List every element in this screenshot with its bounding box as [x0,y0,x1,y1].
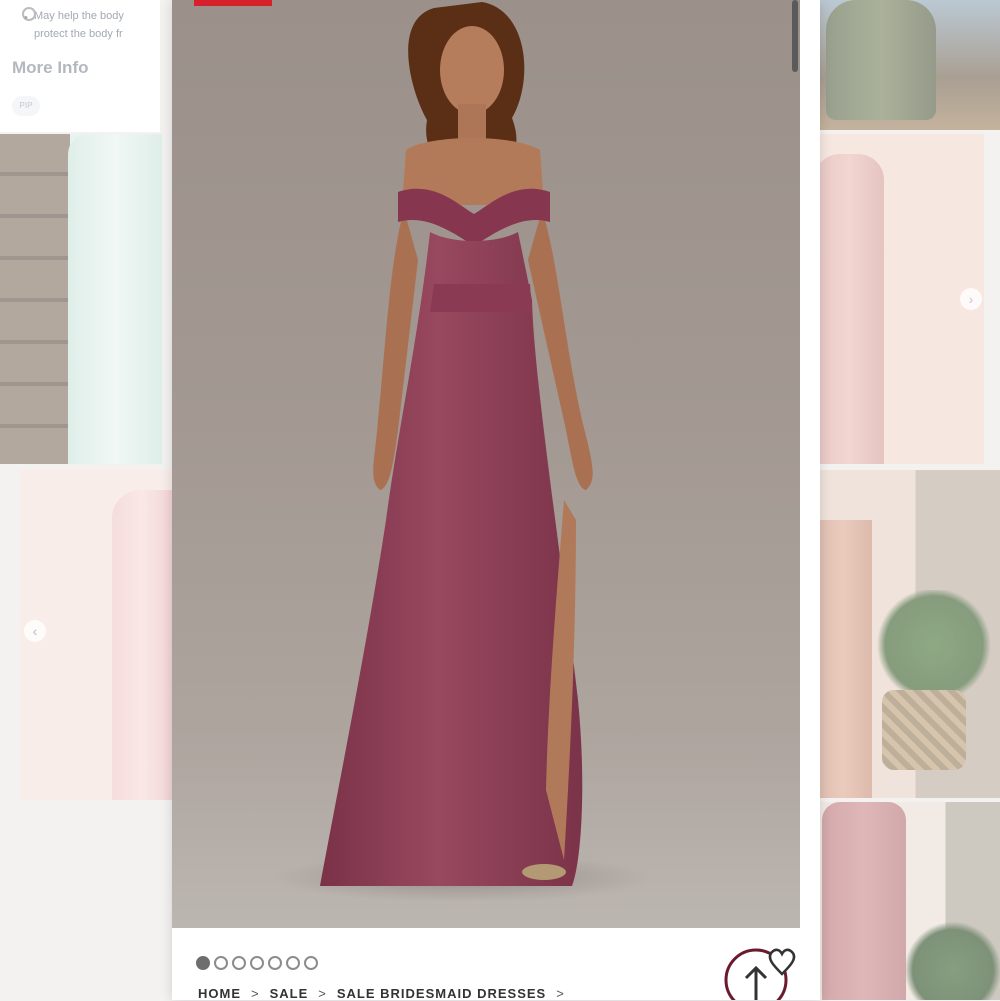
arrow-up-icon [744,965,768,1000]
carousel-dot[interactable] [214,956,228,970]
carousel-dot[interactable] [304,956,318,970]
breadcrumb: HOME > SALE > SALE BRIDESMAID DRESSES > [198,986,565,1001]
heart-icon[interactable] [768,948,796,976]
tile-overlay [808,134,984,464]
tile-overlay [818,802,1000,1000]
tile-overlay [812,470,1000,798]
carousel-dot[interactable] [232,956,246,970]
carousel-dots [196,956,318,974]
breadcrumb-separator: > [251,986,260,1001]
breadcrumb-separator: > [556,986,565,1001]
waistband [430,284,532,312]
carousel-dot[interactable] [286,956,300,970]
product-card: HOME > SALE > SALE BRIDESMAID DRESSES > [172,0,820,1001]
sale-tag [194,0,272,6]
tile-overlay [806,0,1000,130]
carousel-dot[interactable] [268,956,282,970]
product-thumbnail-mauve-dress[interactable] [818,802,1000,1000]
product-thumbnail-blush-dress[interactable]: ‹ [20,470,172,800]
breadcrumb-item-home[interactable]: HOME [198,986,241,1001]
favorite-button[interactable] [722,944,802,1000]
tile-overlay [0,0,160,132]
product-main-image[interactable] [172,0,800,928]
product-thumbnail-mint-dress[interactable] [0,134,162,464]
neck [458,104,486,144]
breadcrumb-item-sale[interactable]: SALE [270,986,309,1001]
carousel-dot[interactable] [196,956,210,970]
face [440,26,504,114]
dress [320,232,583,886]
breadcrumb-separator: > [318,986,327,1001]
model-dress-illustration [272,2,652,902]
breadcrumb-item-bridesmaid[interactable]: SALE BRIDESMAID DRESSES [337,986,546,1001]
scrollbar[interactable] [792,0,798,72]
tile-overlay [0,134,162,464]
product-thumbnail-pink-dress[interactable]: › [808,134,984,464]
sandal [522,864,566,880]
carousel-dot[interactable] [250,956,264,970]
product-thumbnail-street[interactable] [806,0,1000,130]
tile-overlay [20,470,172,800]
more-info-panel: • May help the body protect the body fr … [0,0,160,132]
product-thumbnail-bow-dress[interactable] [812,470,1000,798]
